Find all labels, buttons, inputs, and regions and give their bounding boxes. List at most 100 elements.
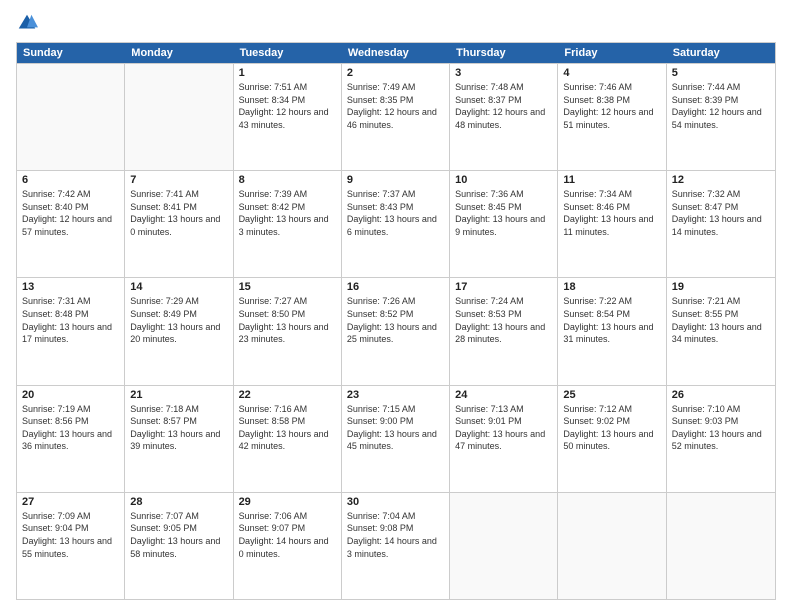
calendar-cell: 13Sunrise: 7:31 AMSunset: 8:48 PMDayligh…: [17, 278, 125, 384]
day-info: Sunrise: 7:29 AMSunset: 8:49 PMDaylight:…: [130, 295, 227, 345]
calendar-cell: 23 Sunrise: 7:15 AMSunset: 9:00 PMDayligh…: [342, 386, 450, 492]
day-number: 22: [239, 389, 336, 401]
weekday-header: Saturday: [667, 43, 775, 63]
weekday-header: Monday: [125, 43, 233, 63]
day-number: 9: [347, 174, 444, 186]
day-number: 8: [239, 174, 336, 186]
day-info: Sunrise: 7:18 AMSunset: 8:57 PMDaylight:…: [130, 403, 227, 453]
day-info: Sunrise: 7:09 AMSunset: 9:04 PMDaylight:…: [22, 510, 119, 560]
day-number: 25: [563, 389, 660, 401]
day-info: Sunrise: 7:21 AMSunset: 8:55 PMDaylight:…: [672, 295, 770, 345]
calendar-cell: 12 Sunrise: 7:32 AMSunset: 8:47 PMDayligh…: [667, 171, 775, 277]
day-info: Sunrise: 7:48 AMSunset: 8:37 PMDaylight:…: [455, 81, 552, 131]
calendar-cell: 5 Sunrise: 7:44 AMSunset: 8:39 PMDaylight…: [667, 64, 775, 170]
calendar-cell: 20 Sunrise: 7:19 AMSunset: 8:56 PMDayligh…: [17, 386, 125, 492]
day-number: 17: [455, 281, 552, 293]
page: SundayMondayTuesdayWednesdayThursdayFrid…: [0, 0, 792, 612]
day-number: 21: [130, 389, 227, 401]
calendar-cell: [125, 64, 233, 170]
day-number: 23: [347, 389, 444, 401]
calendar-cell: 30 Sunrise: 7:04 AMSunset: 9:08 PMDayligh…: [342, 493, 450, 599]
day-info: Sunrise: 7:22 AMSunset: 8:54 PMDaylight:…: [563, 295, 660, 345]
day-number: 18: [563, 281, 660, 293]
day-info: Sunrise: 7:46 AMSunset: 8:38 PMDaylight:…: [563, 81, 660, 131]
day-info: Sunrise: 7:06 AMSunset: 9:07 PMDaylight:…: [239, 510, 336, 560]
day-number: 1: [239, 67, 336, 79]
day-info: Sunrise: 7:04 AMSunset: 9:08 PMDaylight:…: [347, 510, 444, 560]
day-number: 28: [130, 496, 227, 508]
calendar-row: 6Sunrise: 7:42 AMSunset: 8:40 PMDaylight…: [17, 170, 775, 277]
day-info: Sunrise: 7:41 AMSunset: 8:41 PMDaylight:…: [130, 188, 227, 238]
calendar-cell: [450, 493, 558, 599]
day-info: Sunrise: 7:19 AMSunset: 8:56 PMDaylight:…: [22, 403, 119, 453]
calendar-body: 1 Sunrise: 7:51 AMSunset: 8:34 PMDaylight…: [17, 63, 775, 599]
calendar-cell: 24 Sunrise: 7:13 AMSunset: 9:01 PMDayligh…: [450, 386, 558, 492]
day-number: 4: [563, 67, 660, 79]
day-number: 26: [672, 389, 770, 401]
day-info: Sunrise: 7:39 AMSunset: 8:42 PMDaylight:…: [239, 188, 336, 238]
calendar-cell: [558, 493, 666, 599]
calendar-header: SundayMondayTuesdayWednesdayThursdayFrid…: [17, 43, 775, 63]
calendar-row: 1 Sunrise: 7:51 AMSunset: 8:34 PMDaylight…: [17, 63, 775, 170]
calendar-cell: 11 Sunrise: 7:34 AMSunset: 8:46 PMDayligh…: [558, 171, 666, 277]
day-info: Sunrise: 7:07 AMSunset: 9:05 PMDaylight:…: [130, 510, 227, 560]
day-number: 29: [239, 496, 336, 508]
day-info: Sunrise: 7:51 AMSunset: 8:34 PMDaylight:…: [239, 81, 336, 131]
calendar-cell: 14 Sunrise: 7:29 AMSunset: 8:49 PMDayligh…: [125, 278, 233, 384]
calendar-cell: 22 Sunrise: 7:16 AMSunset: 8:58 PMDayligh…: [234, 386, 342, 492]
calendar-cell: 15 Sunrise: 7:27 AMSunset: 8:50 PMDayligh…: [234, 278, 342, 384]
weekday-header: Wednesday: [342, 43, 450, 63]
logo-icon: [16, 12, 38, 34]
day-info: Sunrise: 7:15 AMSunset: 9:00 PMDaylight:…: [347, 403, 444, 453]
calendar-cell: 27 Sunrise: 7:09 AMSunset: 9:04 PMDayligh…: [17, 493, 125, 599]
calendar-cell: 25 Sunrise: 7:12 AMSunset: 9:02 PMDayligh…: [558, 386, 666, 492]
logo: [16, 12, 40, 34]
day-number: 13: [22, 281, 119, 293]
calendar-cell: 17 Sunrise: 7:24 AMSunset: 8:53 PMDayligh…: [450, 278, 558, 384]
calendar: SundayMondayTuesdayWednesdayThursdayFrid…: [16, 42, 776, 600]
calendar-cell: 1 Sunrise: 7:51 AMSunset: 8:34 PMDaylight…: [234, 64, 342, 170]
calendar-cell: 7 Sunrise: 7:41 AMSunset: 8:41 PMDaylight…: [125, 171, 233, 277]
day-info: Sunrise: 7:36 AMSunset: 8:45 PMDaylight:…: [455, 188, 552, 238]
day-info: Sunrise: 7:44 AMSunset: 8:39 PMDaylight:…: [672, 81, 770, 131]
day-info: Sunrise: 7:37 AMSunset: 8:43 PMDaylight:…: [347, 188, 444, 238]
day-info: Sunrise: 7:16 AMSunset: 8:58 PMDaylight:…: [239, 403, 336, 453]
header: [16, 12, 776, 34]
day-number: 24: [455, 389, 552, 401]
day-number: 3: [455, 67, 552, 79]
day-number: 20: [22, 389, 119, 401]
day-number: 27: [22, 496, 119, 508]
weekday-header: Tuesday: [234, 43, 342, 63]
day-number: 14: [130, 281, 227, 293]
calendar-cell: 10Sunrise: 7:36 AMSunset: 8:45 PMDayligh…: [450, 171, 558, 277]
day-number: 30: [347, 496, 444, 508]
day-number: 7: [130, 174, 227, 186]
calendar-cell: 3 Sunrise: 7:48 AMSunset: 8:37 PMDaylight…: [450, 64, 558, 170]
calendar-row: 27 Sunrise: 7:09 AMSunset: 9:04 PMDayligh…: [17, 492, 775, 599]
calendar-cell: 4 Sunrise: 7:46 AMSunset: 8:38 PMDaylight…: [558, 64, 666, 170]
calendar-cell: 29 Sunrise: 7:06 AMSunset: 9:07 PMDayligh…: [234, 493, 342, 599]
calendar-cell: 19 Sunrise: 7:21 AMSunset: 8:55 PMDayligh…: [667, 278, 775, 384]
calendar-cell: 9 Sunrise: 7:37 AMSunset: 8:43 PMDaylight…: [342, 171, 450, 277]
calendar-row: 13Sunrise: 7:31 AMSunset: 8:48 PMDayligh…: [17, 277, 775, 384]
day-number: 15: [239, 281, 336, 293]
day-info: Sunrise: 7:24 AMSunset: 8:53 PMDaylight:…: [455, 295, 552, 345]
day-number: 5: [672, 67, 770, 79]
day-info: Sunrise: 7:13 AMSunset: 9:01 PMDaylight:…: [455, 403, 552, 453]
day-info: Sunrise: 7:12 AMSunset: 9:02 PMDaylight:…: [563, 403, 660, 453]
weekday-header: Thursday: [450, 43, 558, 63]
calendar-cell: 6Sunrise: 7:42 AMSunset: 8:40 PMDaylight…: [17, 171, 125, 277]
day-info: Sunrise: 7:27 AMSunset: 8:50 PMDaylight:…: [239, 295, 336, 345]
day-info: Sunrise: 7:42 AMSunset: 8:40 PMDaylight:…: [22, 188, 119, 238]
day-info: Sunrise: 7:32 AMSunset: 8:47 PMDaylight:…: [672, 188, 770, 238]
day-number: 19: [672, 281, 770, 293]
weekday-header: Friday: [558, 43, 666, 63]
calendar-row: 20 Sunrise: 7:19 AMSunset: 8:56 PMDayligh…: [17, 385, 775, 492]
day-number: 12: [672, 174, 770, 186]
day-number: 16: [347, 281, 444, 293]
weekday-header: Sunday: [17, 43, 125, 63]
calendar-cell: 28 Sunrise: 7:07 AMSunset: 9:05 PMDayligh…: [125, 493, 233, 599]
day-info: Sunrise: 7:34 AMSunset: 8:46 PMDaylight:…: [563, 188, 660, 238]
day-number: 11: [563, 174, 660, 186]
day-info: Sunrise: 7:10 AMSunset: 9:03 PMDaylight:…: [672, 403, 770, 453]
